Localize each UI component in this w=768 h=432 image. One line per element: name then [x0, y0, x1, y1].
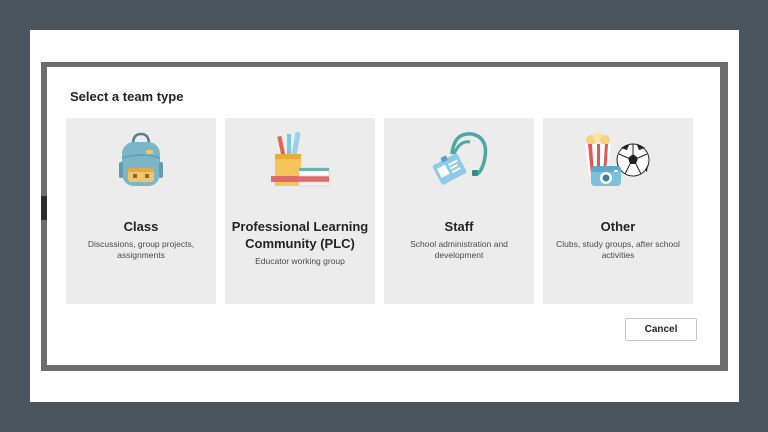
cancel-button[interactable]: Cancel: [625, 318, 697, 341]
card-description: Discussions, group projects, assignments: [87, 239, 195, 260]
dialog-title: Select a team type: [70, 89, 184, 104]
team-type-card-other[interactable]: Other Clubs, study groups, after school …: [543, 118, 693, 304]
card-title: Class: [123, 219, 159, 234]
team-type-card-staff[interactable]: Staff School administration and developm…: [384, 118, 534, 304]
card-title: Other: [600, 219, 636, 234]
backpack-icon: [119, 132, 163, 186]
team-type-card-plc[interactable]: Professional Learning Community (PLC) Ed…: [225, 118, 375, 304]
card-description: Educator working group: [255, 256, 345, 266]
card-description: School administration and development: [410, 239, 508, 260]
card-description: Clubs, study groups, after school activi…: [556, 239, 680, 260]
select-team-type-dialog: Select a team type Class Discussions, gr…: [47, 67, 720, 365]
team-type-card-class[interactable]: Class Discussions, group projects, assig…: [66, 118, 216, 304]
card-title: Staff: [444, 219, 474, 234]
books-pencils-icon: [271, 132, 330, 187]
id-badge-lanyard-icon: [432, 132, 488, 185]
popcorn-soccer-camera-icon: [585, 132, 650, 186]
card-title: Professional Learning Community (PLC): [231, 219, 369, 251]
